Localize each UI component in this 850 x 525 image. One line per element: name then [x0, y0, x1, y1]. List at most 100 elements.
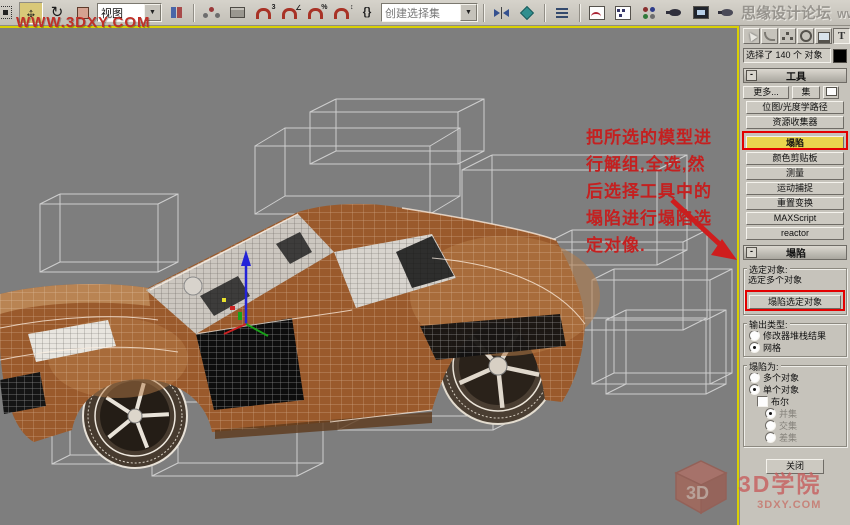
checkbox-icon [757, 396, 768, 407]
pivot-icon [171, 7, 182, 18]
utility-reset-xform-button[interactable]: 重置变换 [746, 197, 844, 210]
radio-icon [749, 372, 760, 383]
sets-dialog-button[interactable] [823, 86, 839, 99]
tab-utilities[interactable]: T [833, 28, 850, 44]
layers-icon [556, 8, 568, 10]
radio-single-object[interactable]: 单个对象 [746, 383, 844, 395]
output-type-label: 输出类型: [747, 318, 790, 331]
mirror-icon [494, 7, 509, 19]
output-type-group: 输出类型: 修改器堆栈结果 网格 [743, 323, 847, 357]
utility-color-clipboard-button[interactable]: 颜色剪贴板 [746, 152, 844, 165]
utilities-icon: T [838, 30, 845, 42]
radio-icon [749, 342, 760, 353]
checkbox-boolean[interactable]: 布尔 [746, 395, 844, 407]
utility-maxscript-button[interactable]: MAXScript [746, 212, 844, 225]
tab-hierarchy[interactable] [779, 28, 796, 44]
layer-manager-button[interactable] [550, 2, 574, 24]
tab-create[interactable] [743, 28, 760, 44]
annotation-line: 行解组,全选,然 [586, 151, 739, 178]
sets-button[interactable]: 集 [792, 86, 820, 99]
quick-render-button[interactable] [715, 2, 739, 24]
utility-measure-button[interactable]: 测量 [746, 167, 844, 180]
tab-display[interactable] [815, 28, 832, 44]
display-icon [818, 32, 830, 41]
utility-reactor-button[interactable]: reactor [746, 227, 844, 240]
magnet-spinner-icon: ↕ [334, 8, 349, 19]
collapse-selected-wrap: 塌陷选定对象 [746, 289, 844, 311]
collapse-rollout-icon: - [746, 247, 757, 258]
collapse-rollout-icon: - [746, 70, 757, 81]
tools-rollout-header[interactable]: - 工具 [743, 68, 847, 83]
radio-icon [749, 330, 760, 341]
curve-editor-icon [589, 6, 605, 20]
braces-icon: {} [363, 7, 372, 18]
radio-icon [749, 384, 760, 395]
select-and-manipulate-button[interactable] [199, 2, 223, 24]
utility-resource-collector-button[interactable]: 资源收集器 [746, 116, 844, 129]
radio-mesh[interactable]: 网格 [746, 341, 844, 353]
hierarchy-icon [786, 32, 789, 35]
command-panel: T 选择了 140 个 对象 - 工具 更多... 集 位图/光度学路径 资源收… [739, 26, 850, 525]
keyboard-override-button[interactable] [225, 2, 249, 24]
modify-icon [764, 32, 775, 41]
utility-motion-capture-button[interactable]: 运动捕捉 [746, 182, 844, 195]
schematic-view-icon [615, 6, 631, 20]
annotation-text: 把所选的模型进 行解组,全选,然 后选择工具中的 塌陷进行塌陷选 定对像. [586, 124, 739, 259]
magnet-3d-icon: 3 [256, 8, 271, 19]
snap-3d-button[interactable]: 3 [251, 2, 275, 24]
collapse-selected-button[interactable]: 塌陷选定对象 [749, 295, 841, 309]
curve-editor-button[interactable] [585, 2, 609, 24]
3dsmax-window: ↔↕ ↻ 视图 ▼ 3 ∠ % ↕ {} 创建选择集 ▼ 思缘设计论坛 [0, 0, 850, 525]
command-panel-tabs: T [743, 28, 850, 44]
toolbar-separator [544, 4, 545, 22]
utility-bitmap-paths-button[interactable]: 位图/光度学路径 [746, 101, 844, 114]
perspective-viewport[interactable]: 把所选的模型进 行解组,全选,然 后选择工具中的 塌陷进行塌陷选 定对像. [0, 26, 739, 525]
edit-named-selections-button[interactable]: {} [355, 2, 379, 24]
radio-intersection[interactable]: 交集 [746, 419, 844, 431]
more-button[interactable]: 更多... [743, 86, 789, 99]
object-color-swatch[interactable] [833, 49, 847, 63]
material-editor-button[interactable] [637, 2, 661, 24]
selection-region-icon[interactable] [0, 2, 17, 24]
close-button[interactable]: 关闭 [766, 459, 824, 474]
mirror-button[interactable] [489, 2, 513, 24]
align-icon [520, 5, 534, 19]
align-button[interactable] [515, 2, 539, 24]
use-pivot-center-button[interactable] [164, 2, 188, 24]
magnet-angle-icon: ∠ [282, 8, 297, 19]
toolbar-separator [579, 4, 580, 22]
region-icon [0, 6, 12, 19]
site-watermark: WWW.3DXY.COM [16, 14, 151, 31]
named-selection-set-dropdown[interactable]: 创建选择集 ▼ [381, 3, 478, 22]
toolbar-separator [193, 4, 194, 22]
radio-label: 差集 [779, 431, 797, 444]
scene-wireframe [0, 28, 737, 525]
utility-collapse-button[interactable]: 塌陷 [746, 136, 844, 150]
radio-subtraction[interactable]: 差集 [746, 431, 844, 443]
rendered-frame-button[interactable] [689, 2, 713, 24]
selected-objects-group: 选定对象: 选定多个对象 塌陷选定对象 [743, 268, 847, 315]
schematic-view-button[interactable] [611, 2, 635, 24]
angle-snap-button[interactable]: ∠ [277, 2, 301, 24]
render-setup-button[interactable] [663, 2, 687, 24]
percent-snap-button[interactable]: % [303, 2, 327, 24]
named-selection-set-value: 创建选择集 [385, 5, 456, 21]
spinner-snap-button[interactable]: ↕ [329, 2, 353, 24]
tab-motion[interactable] [797, 28, 814, 44]
render-setup-icon [669, 9, 681, 16]
radio-icon [765, 408, 776, 419]
side-mirror [184, 277, 202, 295]
collapse-to-label: 塌陷为: [747, 360, 781, 373]
collapse-utility-highlight: 塌陷 [740, 131, 850, 150]
toolbar-separator [483, 4, 484, 22]
radio-union[interactable]: 并集 [746, 407, 844, 419]
manipulate-icon [209, 7, 214, 12]
tab-modify[interactable] [761, 28, 778, 44]
collapse-rollout-title: 塌陷 [759, 245, 833, 260]
selection-status-field: 选择了 140 个 对象 [743, 48, 831, 63]
collapse-rollout-header[interactable]: - 塌陷 [743, 245, 847, 260]
keyboard-icon [230, 7, 245, 18]
collapse-to-group: 塌陷为: 多个对象 单个对象 布尔 并集 交集 [743, 365, 847, 447]
forum-watermark-title: 思缘设计论坛 [741, 2, 831, 23]
motion-icon [800, 30, 812, 42]
